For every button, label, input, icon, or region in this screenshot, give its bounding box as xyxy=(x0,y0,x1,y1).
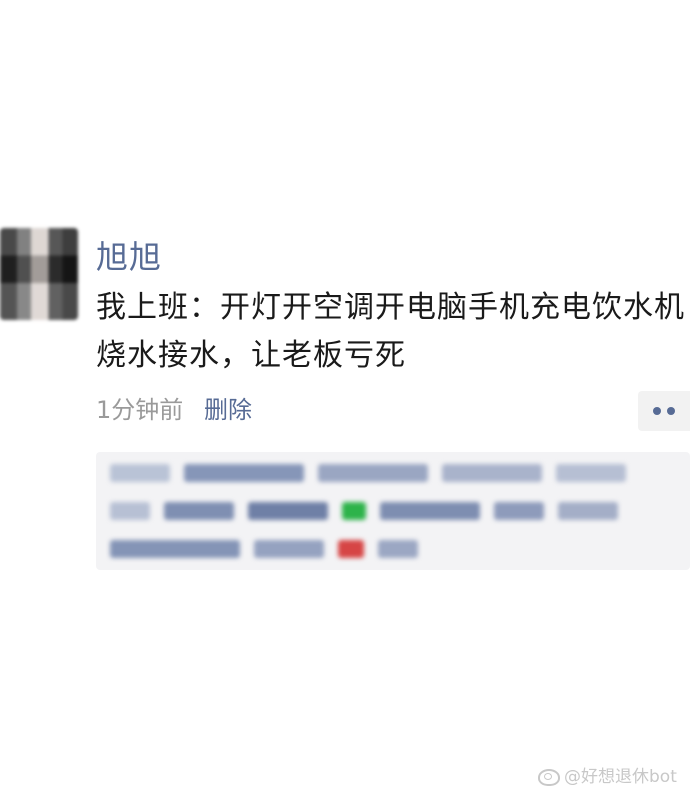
delete-button[interactable]: 删除 xyxy=(204,390,252,425)
ellipsis-icon xyxy=(667,407,675,415)
post-text: 我上班：开灯开空调开电脑手机充电饮水机烧水接水，让老板亏死 xyxy=(96,290,685,373)
post-time: 1分钟前 xyxy=(96,396,184,424)
blurred-likes-row xyxy=(110,500,680,522)
ellipsis-icon xyxy=(653,407,661,415)
avatar[interactable] xyxy=(0,228,78,320)
watermark-text: @好想退休bot xyxy=(564,767,677,787)
author-name[interactable]: 旭旭 xyxy=(96,232,162,278)
watermark: @好想退休bot xyxy=(538,762,677,787)
weibo-icon xyxy=(538,766,560,786)
blurred-likes-row xyxy=(110,538,680,560)
blurred-likes-row xyxy=(110,462,680,484)
more-button[interactable] xyxy=(638,391,690,431)
